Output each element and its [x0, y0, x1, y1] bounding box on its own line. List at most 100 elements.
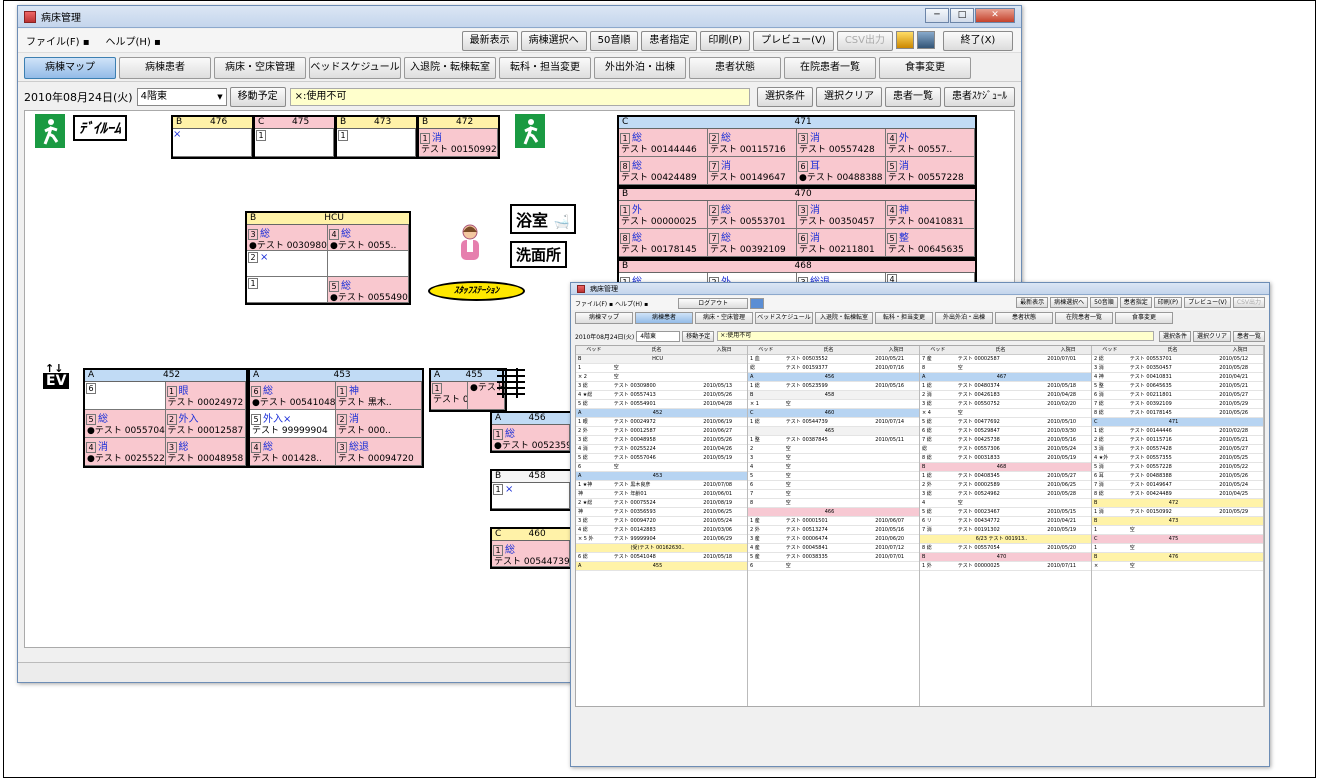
grid-row[interactable]: 1 消 テスト 00150992 2010/05/29	[1092, 508, 1263, 517]
patient-list-button-2[interactable]: 患者一覧	[1232, 330, 1265, 342]
preview-button-2[interactable]: プレビュー(V)	[1184, 297, 1231, 308]
ward-select-button[interactable]: 病棟選択へ	[520, 31, 587, 51]
logout-button[interactable]: ログアウト	[678, 297, 749, 309]
grid-row[interactable]: 4 ★外 テスト 00557355 2010/05/25	[1092, 454, 1263, 463]
patient-list-button[interactable]: 患者一覧	[885, 87, 941, 107]
ward-select-button-2[interactable]: 病棟選択へ	[1050, 297, 1089, 308]
grid-row[interactable]: 8空	[920, 364, 1091, 373]
grid-row[interactable]: A 453	[576, 472, 747, 481]
grid-row[interactable]: 5 総 テスト 00557046 2010/05/19	[576, 454, 747, 463]
close-button[interactable]: ✕	[975, 8, 1015, 23]
bed-cell[interactable]: 8 総テスト 00178145	[619, 229, 708, 257]
grid-row[interactable]: A 456	[748, 373, 919, 382]
bed-cell[interactable]: 8 総テスト 00424489	[619, 157, 708, 185]
grid-row[interactable]: C 475	[1092, 535, 1263, 544]
grid-row[interactable]: 2 外 テスト 00513274 2010/05/16	[748, 526, 919, 535]
clear-filter-button-2[interactable]: 選択クリア	[1192, 330, 1231, 342]
bed-cell[interactable]: 5 総 ●テスト 00557046	[85, 410, 166, 438]
grid-row[interactable]: 3 消 テスト 00557428 2010/05/27	[1092, 445, 1263, 454]
grid-row[interactable]: 7 消 テスト 00191302 2010/05/19	[920, 526, 1091, 535]
tab2-1[interactable]: 病棟患者	[635, 312, 693, 324]
bed-cell[interactable]: 4 総テスト 001428..	[250, 438, 336, 466]
tab2-0[interactable]: 病棟マップ	[575, 312, 633, 324]
bed-cell[interactable]: 4 消 ●テスト 00255224	[85, 438, 166, 466]
bed-cell[interactable]: 5 整テスト 00645635	[886, 229, 975, 257]
grid-row[interactable]: 7空	[748, 490, 919, 499]
grid-row[interactable]: 4 神 テスト 00410831 2010/04/21	[1092, 373, 1263, 382]
filter-button[interactable]: 選択条件	[757, 87, 813, 107]
bed-cell[interactable]: 2 ×	[247, 251, 328, 277]
bed-cell[interactable]: 3 消テスト 00557428	[797, 129, 886, 157]
grid-row[interactable]: A 467	[920, 373, 1091, 382]
grid-row[interactable]: A 452	[576, 409, 747, 418]
grid-row[interactable]: 8 総 テスト 00557054 2010/05/20	[920, 544, 1091, 553]
bed-cell[interactable]: 1テスト 001593..	[431, 382, 468, 410]
bed-cell[interactable]: 5 総 ●テスト 00554901	[328, 277, 409, 303]
grid-row[interactable]: 1 整 テスト 00387845 2010/05/11	[748, 436, 919, 445]
tab-ward-patients[interactable]: 病棟患者	[119, 56, 211, 79]
grid-row[interactable]: 1 総 テスト 00544739 2010/07/14	[748, 418, 919, 427]
grid-row[interactable]: C 471	[1092, 418, 1263, 427]
floor-select-2[interactable]: 4階東	[636, 330, 681, 342]
grid-row[interactable]: B 458	[748, 391, 919, 400]
grid-row[interactable]: 3空	[748, 454, 919, 463]
grid-row[interactable]: 2 ★総 テスト 00075524 2010/08/19	[576, 499, 747, 508]
bed-cell[interactable]: 2 外入 テスト 00012587	[165, 410, 246, 438]
preview-button[interactable]: プレビュー(V)	[753, 31, 834, 51]
tab-patient-status[interactable]: 患者状態	[689, 56, 781, 79]
grid-row[interactable]: × 2 空	[576, 373, 747, 382]
print-button-2[interactable]: 印刷(P)	[1153, 297, 1183, 308]
grid-row[interactable]: 3 総 テスト 00048958 2010/05/26	[576, 436, 747, 445]
grid-row[interactable]: 7 産 テスト 00002587 2010/07/01	[920, 355, 1091, 364]
grid-row[interactable]: 8 総 テスト 00031833 2010/05/19	[920, 454, 1091, 463]
grid-row[interactable]: 1空	[1092, 544, 1263, 553]
tab-ward-map[interactable]: 病棟マップ	[24, 56, 116, 79]
tab-outing[interactable]: 外出外泊・出棟	[594, 56, 686, 79]
bed-cell[interactable]: 4 神テスト 00410831	[886, 201, 975, 229]
tab2-9[interactable]: 食事変更	[1115, 312, 1173, 324]
bed-cell[interactable]: 5 外入× テスト 99999904	[250, 410, 336, 438]
grid-row[interactable]: 5 消 テスト 00557228 2010/05/22	[1092, 463, 1263, 472]
grid-row[interactable]: 4 総 テスト 00142883 2010/03/06	[576, 526, 747, 535]
bed-cell[interactable]: 7 消テスト 00149647	[708, 157, 797, 185]
grid-row[interactable]: 3 総 テスト 00094720 2010/05/24	[576, 517, 747, 526]
grid-row[interactable]: B 476	[1092, 553, 1263, 562]
grid-row[interactable]: 1 外 テスト 00000025 2010/07/11	[920, 562, 1091, 571]
grid-row[interactable]: 5 整 テスト 00645635 2010/05/21	[1092, 382, 1263, 391]
palette-icon[interactable]	[896, 31, 914, 49]
grid-row[interactable]: 6 消 テスト 00211801 2010/05/27	[1092, 391, 1263, 400]
bed-cell[interactable]: 6 耳 ●テスト 00488388	[797, 157, 886, 185]
grid-row[interactable]: 4 産 テスト 00045841 2010/07/12	[748, 544, 919, 553]
bed-cell[interactable]: 1 ×	[492, 483, 570, 509]
bed-cell[interactable]: ×	[173, 129, 252, 157]
grid-row[interactable]: 5 総 テスト 00023467 2010/05/15	[920, 508, 1091, 517]
grid-row[interactable]: 6空	[576, 463, 747, 472]
grid-row[interactable]: 3 産 テスト 00006474 2010/06/20	[748, 535, 919, 544]
exit-button[interactable]: 終了(X)	[943, 31, 1013, 51]
bed-cell[interactable]: 1	[255, 129, 334, 157]
grid-row[interactable]: 1 総 テスト 00523599 2010/05/16	[748, 382, 919, 391]
tab-admission-transfer[interactable]: 入退院・転棟転室	[404, 56, 496, 79]
patient-specify-button[interactable]: 患者指定	[641, 31, 698, 51]
grid-row[interactable]: 1空	[1092, 526, 1263, 535]
menu-help[interactable]: ヘルプ(H) ▪	[102, 31, 165, 50]
grid-row[interactable]: A 455	[576, 562, 747, 571]
kana-order-button-2[interactable]: 50音順	[1090, 297, 1118, 308]
maximize-button[interactable]: □	[950, 8, 974, 23]
grid-row[interactable]: 2 総 テスト 00553701 2010/05/12	[1092, 355, 1263, 364]
tab-inpatient-list[interactable]: 在院患者一覧	[784, 56, 876, 79]
grid-row[interactable]: 1 血 テスト 00503552 2010/05/21	[748, 355, 919, 364]
bed-cell[interactable]: 1 神テスト 黒木..	[336, 382, 422, 410]
grid-row[interactable]: 4空	[748, 463, 919, 472]
grid-row[interactable]: 8 総 テスト 00178145 2010/05/26	[1092, 409, 1263, 418]
grid-row[interactable]: 6 総 テスト 00541048 2010/05/18	[576, 553, 747, 562]
bed-cell[interactable]: 3 消テスト 00350457	[797, 201, 886, 229]
bed-cell[interactable]: 7 総テスト 00392109	[708, 229, 797, 257]
bed-cell[interactable]: 6 消テスト 00211801	[797, 229, 886, 257]
refresh-button[interactable]: 最新表示	[461, 31, 518, 51]
bed-cell[interactable]	[328, 251, 409, 277]
grid-row[interactable]: 8空	[748, 499, 919, 508]
grid-row[interactable]: 1 総 テスト 00408345 2010/05/27	[920, 472, 1091, 481]
tab-meal-change[interactable]: 食事変更	[879, 56, 971, 79]
bed-cell[interactable]: 1 消テスト 00150992	[419, 129, 498, 157]
